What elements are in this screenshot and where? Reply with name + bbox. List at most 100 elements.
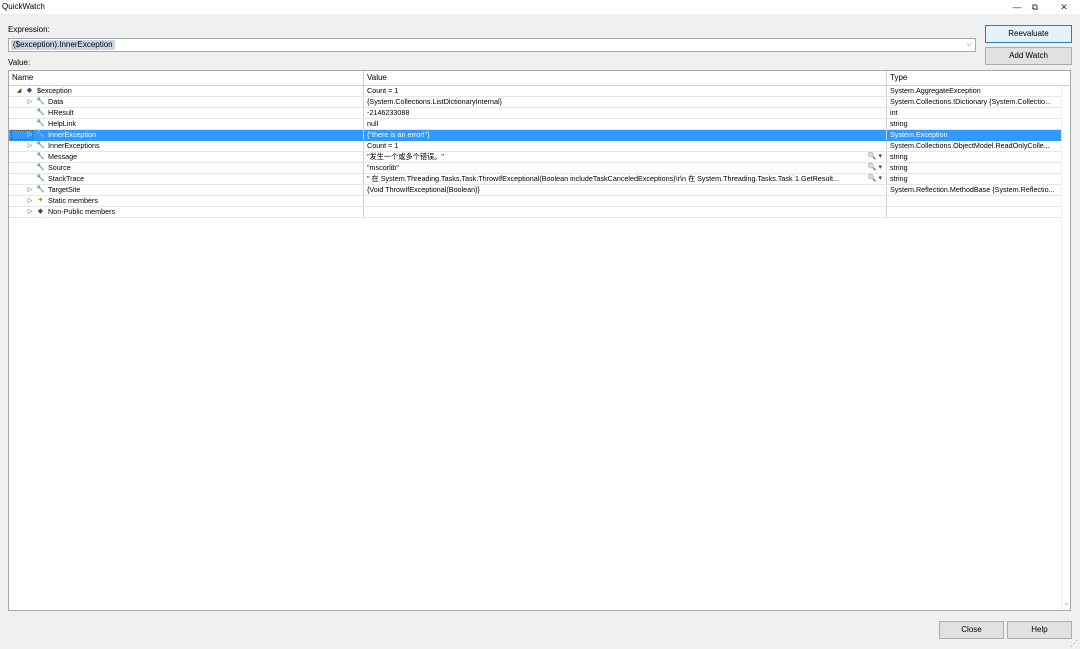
expression-value[interactable]: ($exception).InnerException xyxy=(11,40,115,50)
value-cell[interactable]: null xyxy=(364,119,887,129)
row-name: InnerExceptions xyxy=(48,141,100,150)
type-cell xyxy=(887,207,1061,217)
value-cell[interactable]: {"there is an error!"} xyxy=(364,130,887,140)
type-cell: string xyxy=(890,163,908,172)
table-row[interactable]: 🔧 HResult -2146233088 int xyxy=(9,108,1061,119)
name-cell[interactable]: 🔧 Source xyxy=(9,163,364,173)
table-row[interactable]: 🔧 HelpLink null string xyxy=(9,119,1061,130)
value-cell[interactable]: -2146233088 xyxy=(364,108,887,118)
row-name: Static members xyxy=(48,196,98,205)
name-cell[interactable]: ▷ 🔧 TargetSite xyxy=(9,185,364,195)
name-cell[interactable]: ▷ 🔧 Data xyxy=(9,97,364,107)
table-row[interactable]: ▷ ◆ Non-Public members xyxy=(9,207,1061,218)
table-row[interactable]: ▷ 🔧 TargetSite {Void ThrowIfExceptional(Boo… xyxy=(9,185,1061,196)
close-button[interactable]: Close xyxy=(939,621,1004,639)
name-cell[interactable]: ▷ ✦ Static members xyxy=(9,196,364,206)
window-title: QuickWatch xyxy=(2,2,45,11)
value-label: Value: xyxy=(8,58,31,67)
value-cell[interactable]: {Void ThrowIfExceptional(Boolean)} xyxy=(364,185,887,195)
expand-arrow-icon[interactable]: ▷ xyxy=(26,185,34,195)
wrench-icon: 🔧 xyxy=(36,131,45,138)
expand-arrow-icon[interactable]: ▷ xyxy=(26,97,34,107)
type-cell: int xyxy=(890,108,898,117)
wrench-icon: 🔧 xyxy=(36,120,45,127)
row-name: Data xyxy=(48,97,64,106)
column-header-name[interactable]: Name xyxy=(9,71,364,85)
row-name: InnerException xyxy=(48,130,96,139)
name-cell[interactable]: ▷ ◆ Non-Public members xyxy=(9,207,364,217)
value-cell[interactable]: Count = 1 xyxy=(364,141,887,151)
wrench-icon: 🔧 xyxy=(36,186,45,193)
table-row[interactable]: 🔧 StackTrace " 在 System.Threading.Tasks.Ta… xyxy=(9,174,1061,185)
row-name: HelpLink xyxy=(48,119,76,128)
scroll-down-icon[interactable]: ⌄ xyxy=(1062,599,1070,607)
expression-input[interactable]: ($exception).InnerException ⌵ xyxy=(8,38,976,52)
close-window-icon[interactable]: ✕ xyxy=(1057,1,1071,13)
name-cell[interactable]: 🔧 HResult xyxy=(9,108,364,118)
wrench-icon: 🔧 xyxy=(36,98,45,105)
name-cell[interactable]: ▷ 🔧 InnerExceptions xyxy=(9,141,364,151)
name-cell[interactable]: 🔧 StackTrace xyxy=(9,174,364,184)
wrench-icon: 🔧 xyxy=(36,142,45,149)
name-cell[interactable]: ◢ ◆ $exception xyxy=(9,86,364,96)
row-value: -2146233088 xyxy=(367,108,410,117)
value-cell[interactable] xyxy=(364,207,887,217)
table-row[interactable]: ▷ 🔧 InnerExceptions Count = 1 System.Collect… xyxy=(9,141,1061,152)
table-row[interactable]: ▷ 🔧 Data {System.Collections.ListDictionary… xyxy=(9,97,1061,108)
minimize-icon[interactable]: — xyxy=(1010,1,1024,13)
expand-arrow-icon[interactable]: ▷ xyxy=(26,207,34,217)
row-name: StackTrace xyxy=(48,174,85,183)
type-cell: System.Exception xyxy=(890,130,948,139)
type-cell: System.Collections.ObjectModel.ReadOnlyC… xyxy=(890,141,1050,150)
row-name: Message xyxy=(48,152,78,161)
value-cell[interactable]: Count = 1 xyxy=(364,86,887,96)
restore-icon[interactable]: ⧉ xyxy=(1028,1,1042,13)
row-value: {Void ThrowIfExceptional(Boolean)} xyxy=(367,185,480,194)
row-value: "mscorlib" xyxy=(367,163,399,172)
text-visualizer-icon[interactable]: 🔍 ▾ xyxy=(866,174,882,184)
collapse-arrow-icon[interactable]: ◢ xyxy=(15,86,23,96)
column-header-type[interactable]: Type xyxy=(887,71,1061,85)
type-cell: string xyxy=(890,152,908,161)
table-row[interactable]: 🔧 Source "mscorlib" 🔍 ▾ string xyxy=(9,163,1061,174)
wrench-icon: 🔧 xyxy=(36,164,45,171)
text-visualizer-icon[interactable]: 🔍 ▾ xyxy=(866,163,882,173)
table-row[interactable]: 🔧 Message "发生一个或多个错误。" 🔍 ▾ string xyxy=(9,152,1061,163)
column-header-value[interactable]: Value xyxy=(364,71,887,85)
reevaluate-button[interactable]: Reevaluate xyxy=(985,25,1072,43)
row-value: {System.Collections.ListDictionaryIntern… xyxy=(367,97,503,106)
table-row[interactable]: ◢ ◆ $exception Count = 1 System.AggregateExc… xyxy=(9,86,1061,97)
expand-arrow-icon[interactable]: ▷ xyxy=(26,196,34,206)
expand-arrow-icon[interactable]: ▷ xyxy=(26,130,34,140)
text-visualizer-icon[interactable]: 🔍 ▾ xyxy=(866,152,882,162)
watch-grid[interactable]: Name Value Type ◢ ◆ $exception Count = 1 Sys… xyxy=(8,70,1071,611)
row-value: null xyxy=(367,119,379,128)
value-cell[interactable]: "发生一个或多个错误。" 🔍 ▾ xyxy=(364,152,887,162)
row-value: {"there is an error!"} xyxy=(367,130,430,139)
row-value: " 在 System.Threading.Tasks.Task.ThrowIfE… xyxy=(367,174,839,183)
name-cell[interactable]: 🔧 Message xyxy=(9,152,364,162)
resize-grip-icon[interactable]: ⋰ xyxy=(1070,639,1079,648)
static-members-icon: ✦ xyxy=(37,197,44,204)
type-cell: string xyxy=(890,119,908,128)
value-cell[interactable]: " 在 System.Threading.Tasks.Task.ThrowIfE… xyxy=(364,174,887,184)
name-cell[interactable]: 🔧 HelpLink xyxy=(9,119,364,129)
vertical-scrollbar[interactable]: ⌄ xyxy=(1061,86,1070,610)
value-cell[interactable] xyxy=(364,196,887,206)
row-value: Count = 1 xyxy=(367,141,399,150)
table-row[interactable]: ▷ ✦ Static members xyxy=(9,196,1061,207)
type-cell: System.AggregateException xyxy=(890,86,981,95)
value-cell[interactable]: {System.Collections.ListDictionaryIntern… xyxy=(364,97,887,107)
help-button[interactable]: Help xyxy=(1007,621,1072,639)
type-cell: string xyxy=(890,174,908,183)
value-cell[interactable]: "mscorlib" 🔍 ▾ xyxy=(364,163,887,173)
expand-arrow-icon[interactable]: ▷ xyxy=(26,141,34,151)
table-row[interactable]: ▷ 🔧 InnerException {"there is an error!"} Sy… xyxy=(9,130,1061,141)
grid-header: Name Value Type xyxy=(9,71,1070,86)
object-icon: ◆ xyxy=(37,208,44,215)
add-watch-button[interactable]: Add Watch xyxy=(985,47,1072,65)
type-cell: System.Reflection.MethodBase {System.Ref… xyxy=(890,185,1055,194)
title-bar: QuickWatch — ⧉ ✕ xyxy=(0,0,1080,14)
chevron-down-icon[interactable]: ⌵ xyxy=(964,39,974,51)
name-cell[interactable]: ▷ 🔧 InnerException xyxy=(9,130,364,140)
